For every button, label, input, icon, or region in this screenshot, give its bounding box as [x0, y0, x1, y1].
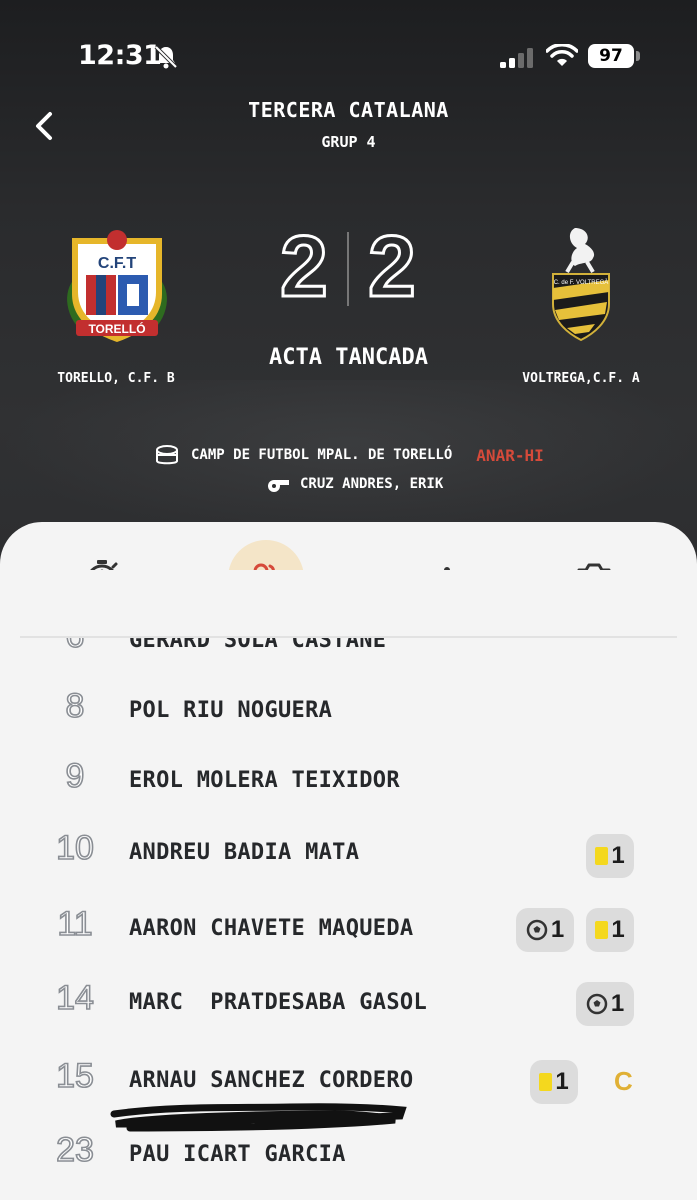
player-name: ANDREU BADIA MATA [129, 840, 360, 865]
status-time: 12:31 [78, 40, 162, 71]
yellow-card-icon [595, 847, 609, 865]
away-team-crest: C. de F. VOLTREGÀ [552, 228, 610, 342]
home-team-name: TORELLO, C.F. B [57, 371, 175, 386]
yellow-card-count: 1 [555, 1068, 569, 1095]
home-team-crest: C.F.T TORELLÓ [67, 230, 167, 342]
player-row[interactable]: 10 ANDREU BADIA MATA 1 [0, 824, 697, 884]
goal-count: 1 [550, 916, 565, 943]
match-status: ACTA TANCADA [269, 345, 428, 370]
tab-divider-overlay [20, 636, 677, 638]
cellular-signal-icon [500, 48, 533, 68]
yellow-card-badge: 1 [530, 1060, 578, 1104]
wifi-icon [546, 44, 578, 66]
player-row[interactable]: 9 EROL MOLERA TEIXIDOR [0, 752, 697, 812]
battery-indicator: 97 [588, 44, 634, 68]
yellow-card-badge: 1 [586, 908, 634, 952]
player-number: 8 [65, 686, 86, 726]
away-score: 2 [367, 218, 418, 317]
player-number: 11 [57, 904, 94, 944]
player-number: 15 [55, 1056, 94, 1096]
soccer-ball-icon [586, 993, 608, 1015]
player-name: PAU ICART GARCIA [129, 1142, 346, 1167]
score-separator [347, 232, 349, 306]
bell-muted-icon [154, 45, 178, 69]
goal-badge: 1 [576, 982, 634, 1026]
lineup-card: 6 GERARD SOLA CASTANE 8 POL RIU NOGUERA … [0, 522, 697, 1200]
player-number: 9 [65, 756, 86, 796]
goal-count: 1 [610, 990, 625, 1017]
captain-badge: C [614, 1066, 633, 1096]
scroll-mask [0, 570, 697, 636]
player-name: MARC PRATDESABA GASOL [129, 990, 427, 1015]
player-row[interactable]: 14 MARC PRATDESABA GASOL 1 [0, 974, 697, 1034]
home-crest-ribbon: TORELLÓ [88, 321, 145, 336]
home-score: 2 [279, 218, 330, 317]
venue-directions-link[interactable]: ANAR-HI [476, 446, 543, 465]
referee-row: CRUZ ANDRES, ERIK [266, 473, 443, 495]
away-team-name: VOLTREGA,C.F. A [522, 371, 640, 386]
player-name: EROL MOLERA TEIXIDOR [129, 768, 400, 793]
player-name: ARNAU SANCHEZ CORDERO [129, 1068, 414, 1093]
league-group: GRUP 4 [321, 133, 376, 151]
player-number: 10 [55, 828, 94, 868]
yellow-card-count: 1 [611, 842, 625, 869]
yellow-card-icon [539, 1073, 553, 1091]
home-crest-letters: C.F.T [98, 255, 136, 272]
whistle-icon [268, 480, 289, 492]
soccer-ball-icon [526, 919, 548, 941]
goal-badge: 1 [516, 908, 574, 952]
referee-name: CRUZ ANDRES, ERIK [300, 476, 444, 492]
away-crest-letters: C. de F. VOLTREGÀ [554, 279, 609, 286]
stadium-icon [156, 445, 178, 465]
yellow-card-count: 1 [611, 916, 625, 943]
player-row[interactable]: 23 PAU ICART GARCIA [0, 1126, 697, 1186]
player-number: 23 [55, 1130, 94, 1170]
player-name: AARON CHAVETE MAQUEDA [129, 916, 414, 941]
venue-row: CAMP DE FUTBOL MPAL. DE TORELLÓ ANAR-HI [155, 443, 544, 467]
battery-nub [636, 51, 640, 61]
venue-name: CAMP DE FUTBOL MPAL. DE TORELLÓ [191, 447, 453, 463]
player-name: POL RIU NOGUERA [129, 698, 333, 723]
player-row[interactable]: 8 POL RIU NOGUERA [0, 682, 697, 742]
yellow-card-icon [595, 921, 609, 939]
player-number: 14 [55, 978, 94, 1018]
yellow-card-badge: 1 [586, 834, 634, 878]
league-name: TERCERA CATALANA [248, 98, 449, 122]
player-row[interactable]: 11 AARON CHAVETE MAQUEDA 1 1 [0, 900, 697, 960]
